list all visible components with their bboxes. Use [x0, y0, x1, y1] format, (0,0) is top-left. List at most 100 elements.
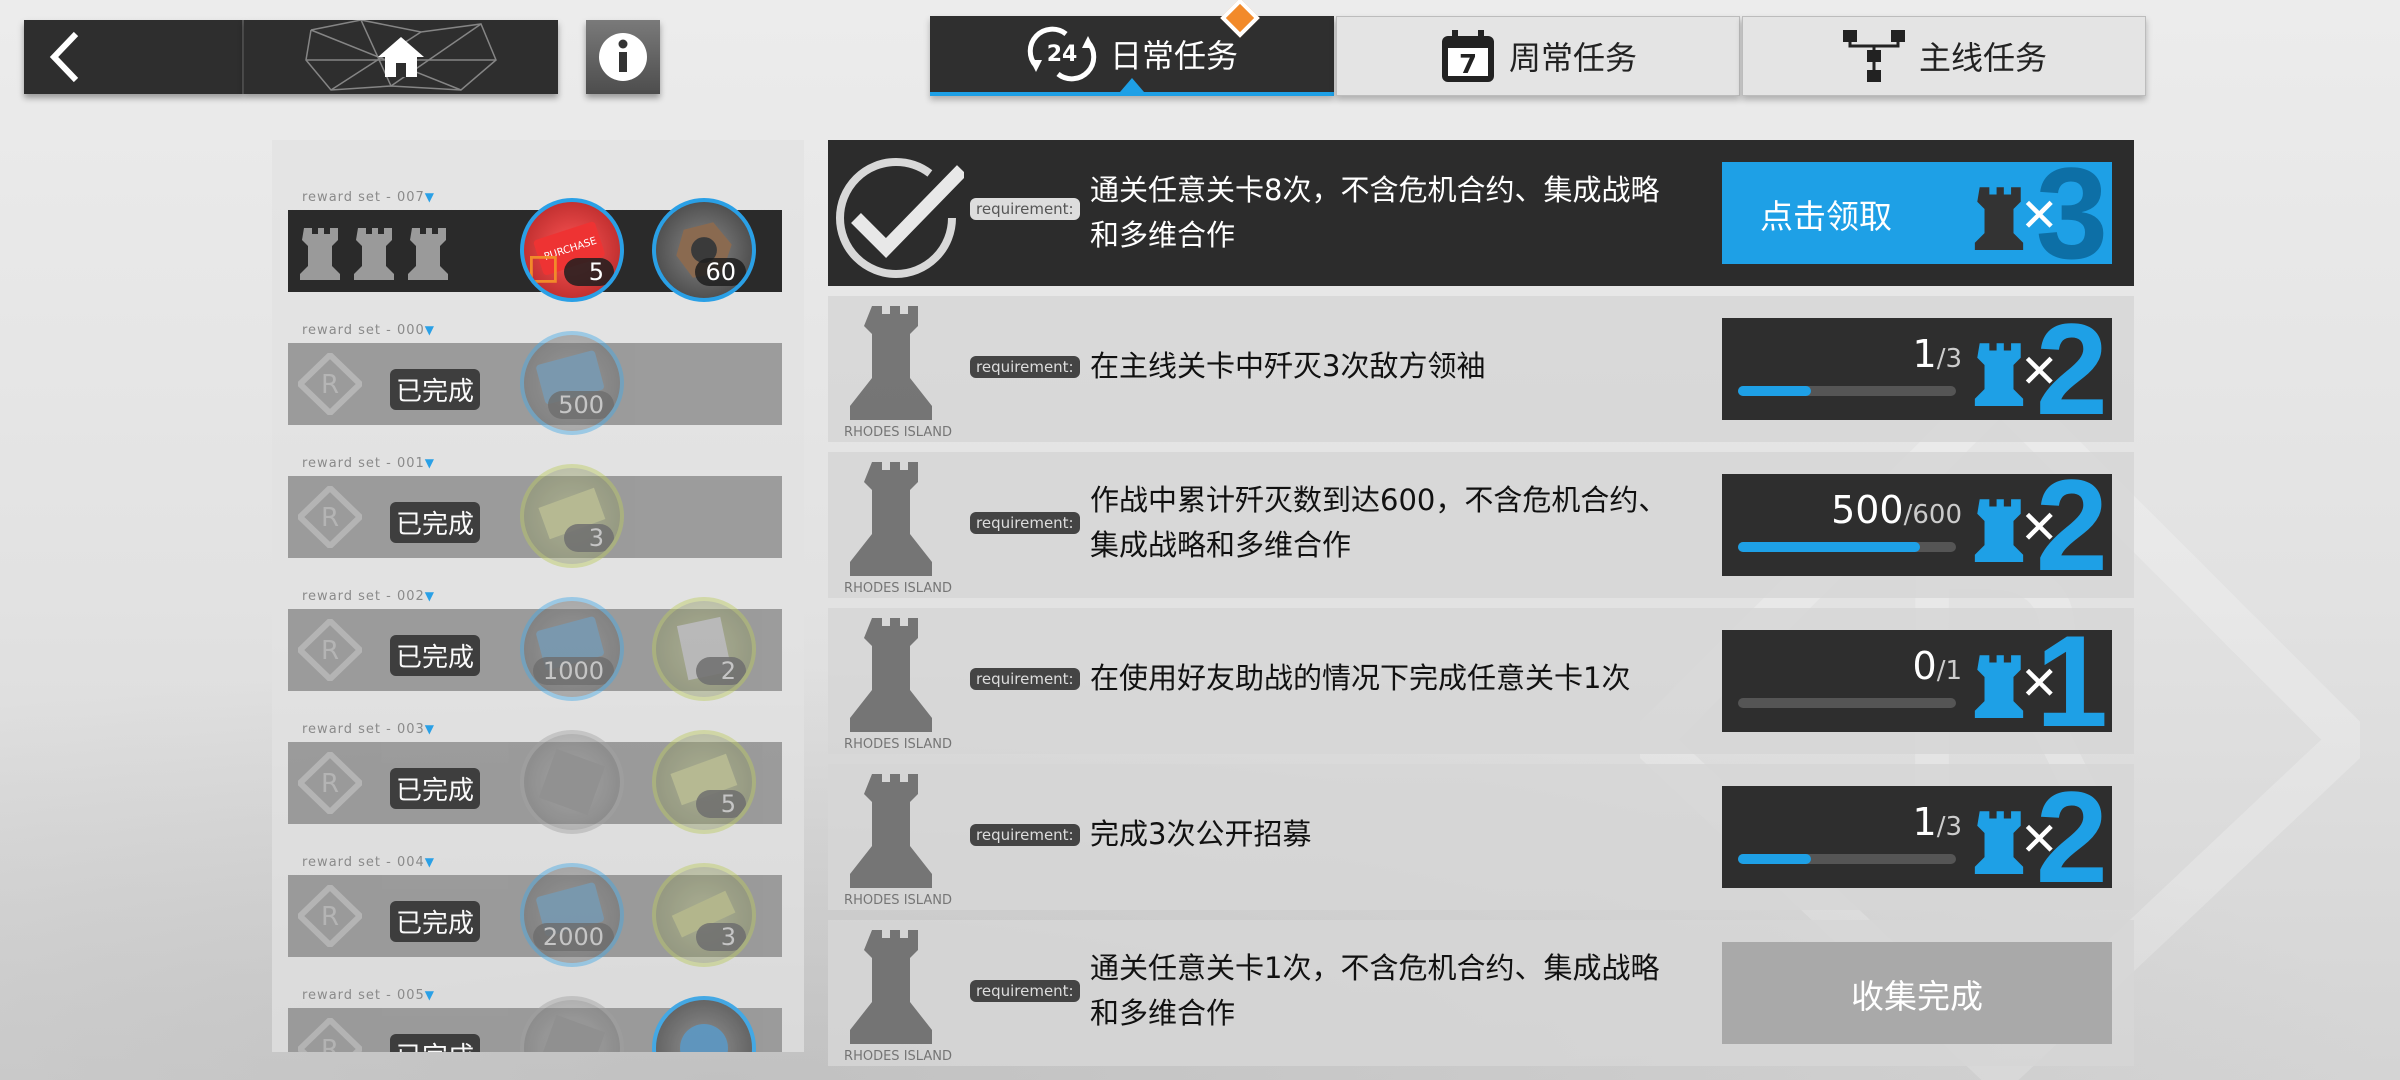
completed-badge: 已完成 — [390, 768, 481, 809]
rhodes-emblem-icon: R — [298, 486, 362, 548]
crate-item[interactable] — [520, 730, 624, 834]
reward-multiplier: 1 ✕ — [1964, 630, 2112, 732]
svg-text:R: R — [321, 769, 339, 799]
exp-card-item[interactable]: 1000 — [520, 597, 624, 701]
claim-label: 点击领取 — [1760, 197, 1892, 236]
rhodes-emblem-icon: R — [298, 619, 362, 681]
recruitment-permit-item[interactable]: 5 — [652, 730, 756, 834]
times-icon: ✕ — [2020, 188, 2059, 242]
task-description: 通关任意关卡8次，不含危机合约、集成战略 和多维合作 — [1090, 173, 1660, 252]
item-count: 1000 — [532, 657, 614, 685]
completed-badge: 已完成 — [390, 901, 481, 942]
back-button[interactable] — [24, 20, 244, 94]
tab-weekly-label: 周常任务 — [1508, 39, 1637, 77]
task-description: 通关任意关卡1次，不含危机合约、集成战略 和多维合作 — [1090, 951, 1660, 1030]
progress-count: 500/600 — [1831, 488, 1962, 532]
reward-set-card[interactable]: reward set - 001▼ R 已完成 3 — [288, 456, 782, 568]
reward-set-card[interactable]: reward set - 003▼ R 已完成 5 — [288, 722, 782, 834]
ticket-item[interactable]: 3 — [652, 863, 756, 967]
reward-multiplier: 2 ✕ — [1964, 786, 2112, 888]
blue-item-icon — [680, 1024, 728, 1052]
svg-text:R: R — [321, 636, 339, 666]
home-icon — [378, 37, 424, 77]
times-icon: ✕ — [2020, 344, 2059, 398]
task-tabs: 24 日常任务 7 周常任务 主线任务 — [930, 0, 2146, 96]
tab-weekly-badge: 7 — [1459, 50, 1477, 80]
tab-daily-label: 日常任务 — [1109, 37, 1238, 75]
progress-count: 1/3 — [1912, 332, 1963, 376]
task-description: 在使用好友助战的情况下完成任意关卡1次 — [1090, 661, 1631, 695]
task-item[interactable]: RHODES ISLAND requirement: 在主线关卡中歼灭3次敌方领… — [828, 296, 2134, 442]
completed-badge: 已完成 — [390, 635, 481, 676]
purchase-certificate-item[interactable]: PURCHASE 5 — [520, 198, 624, 302]
task-item[interactable]: RHODES ISLAND requirement: 通关任意关卡1次，不含危机… — [828, 920, 2134, 1066]
task-item[interactable]: RHODES ISLAND requirement: 在使用好友助战的情况下完成… — [828, 608, 2134, 754]
reward-multiplier: 3 ✕ — [1964, 162, 2112, 264]
item-count: 2000 — [532, 923, 614, 951]
progress-count: 1/3 — [1912, 800, 1963, 844]
item-count: 60 — [695, 258, 746, 286]
times-icon: ✕ — [2020, 500, 2059, 554]
task-description: 作战中累计歼灭数到达600，不含危机合约、 集成战略和多维合作 — [1090, 483, 1668, 562]
rhodes-emblem-icon: R — [298, 1018, 362, 1052]
requirement-tag: requirement: — [970, 356, 1080, 378]
device-item[interactable]: 2 — [652, 597, 756, 701]
progress-bar — [1738, 542, 1956, 552]
tab-main-label: 主线任务 — [1918, 39, 2047, 77]
crate-item[interactable] — [520, 996, 624, 1052]
info-button[interactable] — [586, 20, 660, 94]
exp-card-item[interactable]: 2000 — [520, 863, 624, 967]
recruitment-permit-item[interactable]: 3 — [520, 464, 624, 568]
completed-badge: 已完成 — [390, 1034, 481, 1052]
top-navigation — [24, 20, 558, 94]
reward-multiplier: 2 ✕ — [1964, 474, 2112, 576]
item-count: 3 — [696, 923, 746, 951]
collected-status: 收集完成 — [1722, 942, 2112, 1044]
progress-bar — [1738, 854, 1956, 864]
svg-text:R: R — [321, 503, 339, 533]
task-item[interactable]: RHODES ISLAND requirement: 完成3次公开招募 1/3 … — [828, 764, 2134, 910]
reward-set-card[interactable]: reward set - 005▼ R 已完成 — [288, 988, 782, 1052]
rook-icon — [408, 228, 448, 280]
info-icon — [599, 33, 647, 81]
task-description: 完成3次公开招募 — [1090, 817, 1312, 851]
task-item[interactable]: RHODES ISLAND requirement: 作战中累计歼灭数到达600… — [828, 452, 2134, 598]
home-button[interactable] — [244, 20, 558, 94]
progress-bar — [1738, 698, 1956, 708]
completed-badge: 已完成 — [390, 502, 481, 543]
task-item[interactable]: requirement: 通关任意关卡8次，不含危机合约、集成战略 和多维合作 点… — [828, 140, 2134, 286]
exp-card-item[interactable]: 500 — [520, 331, 624, 435]
rhodes-tower-icon: RHODES ISLAND — [844, 774, 952, 908]
reward-set-card[interactable]: reward set - 004▼ R 已完成 2000 3 — [288, 855, 782, 967]
blue-item[interactable] — [652, 996, 756, 1052]
reward-set-card[interactable]: reward set - 000▼ R 已完成 500 — [288, 323, 782, 435]
tab-weekly[interactable]: 7 周常任务 — [1336, 16, 1740, 96]
rhodes-emblem-icon: R — [298, 885, 362, 947]
crate-icon — [538, 748, 606, 816]
reward-set-card[interactable]: reward set - 007▼ PURCHASE 5 60 — [288, 190, 782, 302]
tab-daily[interactable]: 24 日常任务 — [930, 0, 1334, 96]
calendar-7-icon: 7 — [1441, 30, 1494, 82]
claim-reward-button[interactable]: 点击领取 3 ✕ — [1722, 162, 2112, 264]
task-progress: 1/3 2 ✕ — [1722, 786, 2112, 888]
reward-set-panel[interactable]: reward set - 007▼ PURCHASE 5 60 reward s… — [272, 140, 804, 1052]
reward-set-card[interactable]: reward set - 002▼ R 已完成 1000 2 — [288, 589, 782, 701]
reward-multiplier: 2 ✕ — [1964, 318, 2112, 420]
times-icon: ✕ — [2020, 656, 2059, 710]
requirement-tag: requirement: — [970, 198, 1080, 220]
rhodes-tower-icon: RHODES ISLAND — [844, 306, 952, 440]
svg-text:RHODES ISLAND: RHODES ISLAND — [844, 425, 952, 440]
rhodes-emblem-icon: R — [298, 353, 362, 415]
rook-icon — [354, 228, 394, 280]
svg-text:RHODES ISLAND: RHODES ISLAND — [844, 1049, 952, 1064]
svg-text:R: R — [321, 370, 339, 400]
task-progress: 500/600 2 ✕ — [1722, 474, 2112, 576]
svg-text:RHODES ISLAND: RHODES ISLAND — [844, 893, 952, 908]
hex-nut-item[interactable]: 60 — [652, 198, 756, 302]
item-count: 3 — [564, 524, 614, 552]
refresh-24-icon: 24 — [1027, 26, 1097, 82]
task-description: 在主线关卡中歼灭3次敌方领袖 — [1090, 349, 1486, 383]
times-icon: ✕ — [2020, 812, 2059, 866]
tab-main[interactable]: 主线任务 — [1742, 16, 2146, 96]
requirement-tag: requirement: — [970, 512, 1080, 534]
